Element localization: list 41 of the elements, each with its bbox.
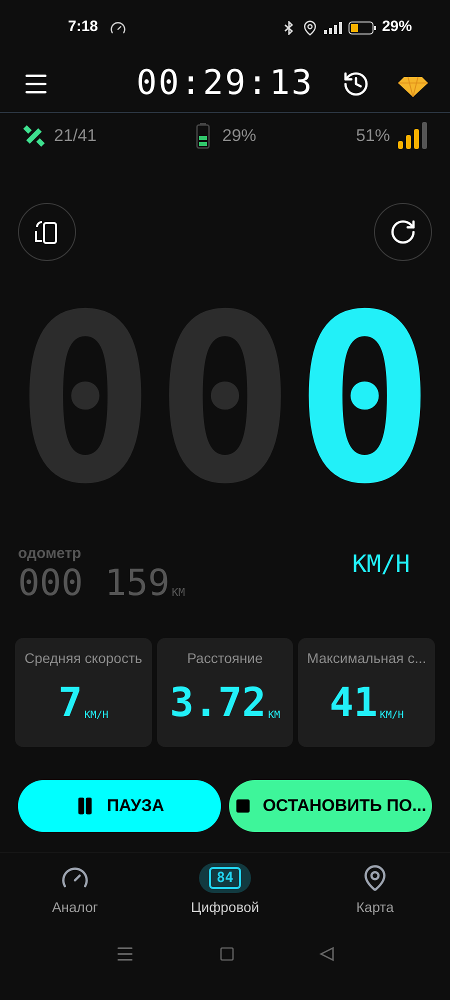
refresh-icon [389,218,417,246]
stat-value: 41 [330,682,378,722]
stat-value: 7 [58,682,82,722]
reset-button[interactable] [374,203,432,261]
signal-strength-icon [398,121,428,151]
stat-unit: KM [268,708,280,722]
bluetooth-icon [282,20,296,34]
status-time: 7:18 [68,17,98,38]
stat-unit: KM/H [84,708,108,722]
speedometer-icon [110,20,126,36]
trip-timer: 00:29:13 [136,62,314,105]
stop-icon [234,798,251,814]
odometer-label: одометр [18,544,82,564]
history-icon [342,70,370,98]
stat-unit: KM/H [380,708,404,722]
satellite-count: 21/41 [54,125,97,148]
pause-button[interactable]: ПАУЗА [18,780,221,832]
gps-signal-percent: 51% [356,125,390,148]
stat-label: Максимальная с... [307,648,426,668]
speed-unit: KM/H [352,548,410,580]
nav-tab[interactable]: Карта [300,862,450,918]
odometer-value: 000 159 [18,566,170,602]
stop-button[interactable]: ОСТАНОВИТЬ ПО... [229,780,432,832]
stat-label: Расстояние [187,648,263,668]
signal-icon [324,22,342,34]
location-icon [302,20,318,36]
back-icon[interactable] [319,946,335,962]
digital-display-icon: 84 [208,866,242,888]
speed-digit: 0 [294,284,435,516]
home-icon[interactable] [219,946,235,962]
odometer-unit: KM [172,585,185,601]
phone-battery-icon [196,123,210,149]
nav-tab[interactable]: 84 Цифровой [150,862,300,918]
phone-battery-percent: 29% [222,125,256,148]
nav-tab[interactable]: Аналог [0,862,150,918]
battery-icon [348,20,376,34]
stat-label: Средняя скорость [24,648,142,668]
rotate-screen-button[interactable] [18,203,76,261]
history-button[interactable] [342,70,370,98]
battery-percent: 29% [382,17,412,38]
stat-value: 3.72 [170,682,266,722]
